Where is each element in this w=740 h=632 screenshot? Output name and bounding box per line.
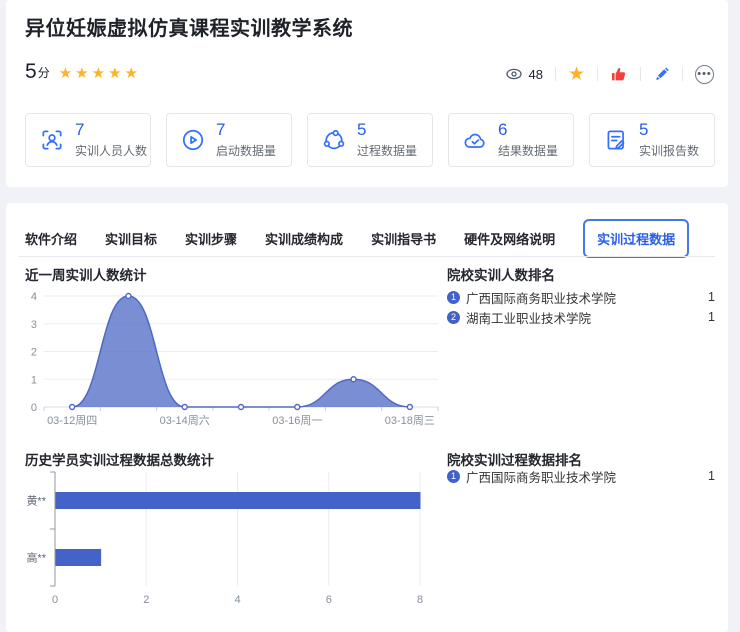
rank-value: 1 (708, 469, 715, 483)
stat-value: 7 (216, 121, 276, 138)
svg-text:4: 4 (234, 594, 240, 606)
divider (555, 67, 556, 81)
view-count-value: 48 (528, 67, 542, 82)
stat-label: 实训人员人数 (75, 142, 147, 159)
rank-value: 1 (708, 310, 715, 324)
stat-card-process-data: 5 过程数据量 (307, 113, 433, 167)
action-bar: 48 ★ ••• (505, 64, 714, 84)
rank-people-list: 1 广西国际商务职业技术学院 1 2 湖南工业职业技术学院 1 (447, 287, 715, 327)
rank-row: 1 广西国际商务职业技术学院 1 (447, 287, 715, 307)
rank-badge: 2 (447, 311, 460, 324)
svg-text:2: 2 (31, 347, 37, 359)
rank-badge: 1 (447, 291, 460, 304)
rank-school-name: 广西国际商务职业技术学院 (466, 467, 708, 486)
rank-people-title: 院校实训人数排名 (447, 264, 555, 284)
svg-text:黄**: 黄** (26, 494, 46, 508)
stat-value: 7 (75, 121, 147, 138)
course-detail-panel: 软件介绍 实训目标 实训步骤 实训成绩构成 实训指导书 硬件及网络说明 实训过程… (6, 203, 728, 632)
stat-label: 实训报告数 (639, 142, 699, 159)
rating-stars: ★★★★★ (56, 66, 138, 81)
edit-pencil-icon[interactable] (653, 66, 670, 83)
stat-card-row: 7 实训人员人数 7 启动数据量 (25, 113, 715, 167)
stat-card-launch-data: 7 启动数据量 (166, 113, 292, 167)
svg-text:3: 3 (31, 319, 37, 331)
tab-guidebook[interactable]: 实训指导书 (371, 229, 436, 248)
star-icon: ★ (59, 66, 72, 81)
weekly-chart-title: 近一周实训人数统计 (25, 264, 147, 284)
star-icon: ★ (92, 66, 105, 81)
course-summary-panel: 异位妊娠虚拟仿真课程实训教学系统 5 分 ★★★★★ 48 ★ ••• (6, 0, 728, 187)
svg-text:4: 4 (31, 291, 37, 303)
tab-process-data[interactable]: 实训过程数据 (583, 219, 689, 258)
svg-text:高**: 高** (26, 551, 46, 565)
tab-bar: 软件介绍 实训目标 实训步骤 实训成绩构成 实训指导书 硬件及网络说明 实训过程… (25, 221, 689, 255)
divider (640, 67, 641, 81)
tab-software-intro[interactable]: 软件介绍 (25, 229, 77, 248)
rank-school-name: 湖南工业职业技术学院 (466, 308, 708, 327)
tab-training-steps[interactable]: 实训步骤 (185, 229, 237, 248)
svg-text:8: 8 (417, 594, 423, 606)
tab-hardware-network[interactable]: 硬件及网络说明 (464, 229, 555, 248)
svg-text:6: 6 (326, 594, 332, 606)
stat-label: 启动数据量 (216, 142, 276, 159)
svg-text:0: 0 (31, 402, 37, 414)
rank-row: 1 广西国际商务职业技术学院 1 (447, 466, 715, 486)
process-data-icon (321, 127, 347, 153)
page-title: 异位妊娠虚拟仿真课程实训教学系统 (25, 12, 353, 41)
rating-unit: 分 (38, 64, 50, 81)
weekly-trainees-area-chart: 0 1 2 3 4 03-12周四 03-14周六 03-16周一 03-18周三 (20, 288, 445, 428)
svg-text:2: 2 (143, 594, 149, 606)
more-options-icon[interactable]: ••• (695, 65, 714, 84)
stat-card-result-data: 6 结果数据量 (448, 113, 574, 167)
history-process-bar-chart: 0 2 4 6 8 黄** 高** (20, 464, 445, 612)
svg-text:03-16周一: 03-16周一 (272, 414, 322, 427)
favorite-star-icon[interactable]: ★ (568, 65, 585, 84)
star-icon: ★ (108, 66, 121, 81)
stat-card-trainees: 7 实训人员人数 (25, 113, 151, 167)
svg-text:03-12周四: 03-12周四 (47, 414, 97, 427)
star-icon: ★ (75, 66, 88, 81)
rank-process-list: 1 广西国际商务职业技术学院 1 (447, 466, 715, 486)
rank-school-name: 广西国际商务职业技术学院 (466, 288, 708, 307)
divider (597, 67, 598, 81)
rank-badge: 1 (447, 470, 460, 483)
stat-card-report-count: 5 实训报告数 (589, 113, 715, 167)
stat-value: 5 (357, 121, 417, 138)
result-cloud-icon (462, 127, 488, 153)
svg-text:0: 0 (52, 594, 58, 606)
svg-text:03-18周三: 03-18周三 (385, 414, 435, 427)
star-icon: ★ (125, 66, 138, 81)
tab-score-composition[interactable]: 实训成绩构成 (265, 229, 343, 248)
thumbs-up-icon[interactable] (610, 65, 628, 83)
stat-value: 5 (639, 121, 699, 138)
rating-value: 5 (25, 61, 37, 82)
eye-icon (505, 65, 523, 83)
svg-text:1: 1 (31, 374, 37, 386)
svg-text:03-14周六: 03-14周六 (160, 414, 210, 427)
stat-label: 结果数据量 (498, 142, 558, 159)
report-doc-icon (603, 127, 629, 153)
stat-label: 过程数据量 (357, 142, 417, 159)
view-count: 48 (505, 65, 542, 83)
rank-row: 2 湖南工业职业技术学院 1 (447, 307, 715, 327)
play-circle-icon (180, 127, 206, 153)
stat-value: 6 (498, 121, 558, 138)
divider (682, 67, 683, 81)
rank-value: 1 (708, 290, 715, 304)
people-frame-icon (39, 127, 65, 153)
tab-divider (19, 256, 715, 257)
tab-training-goal[interactable]: 实训目标 (105, 229, 157, 248)
course-rating: 5 分 ★★★★★ (25, 58, 138, 82)
